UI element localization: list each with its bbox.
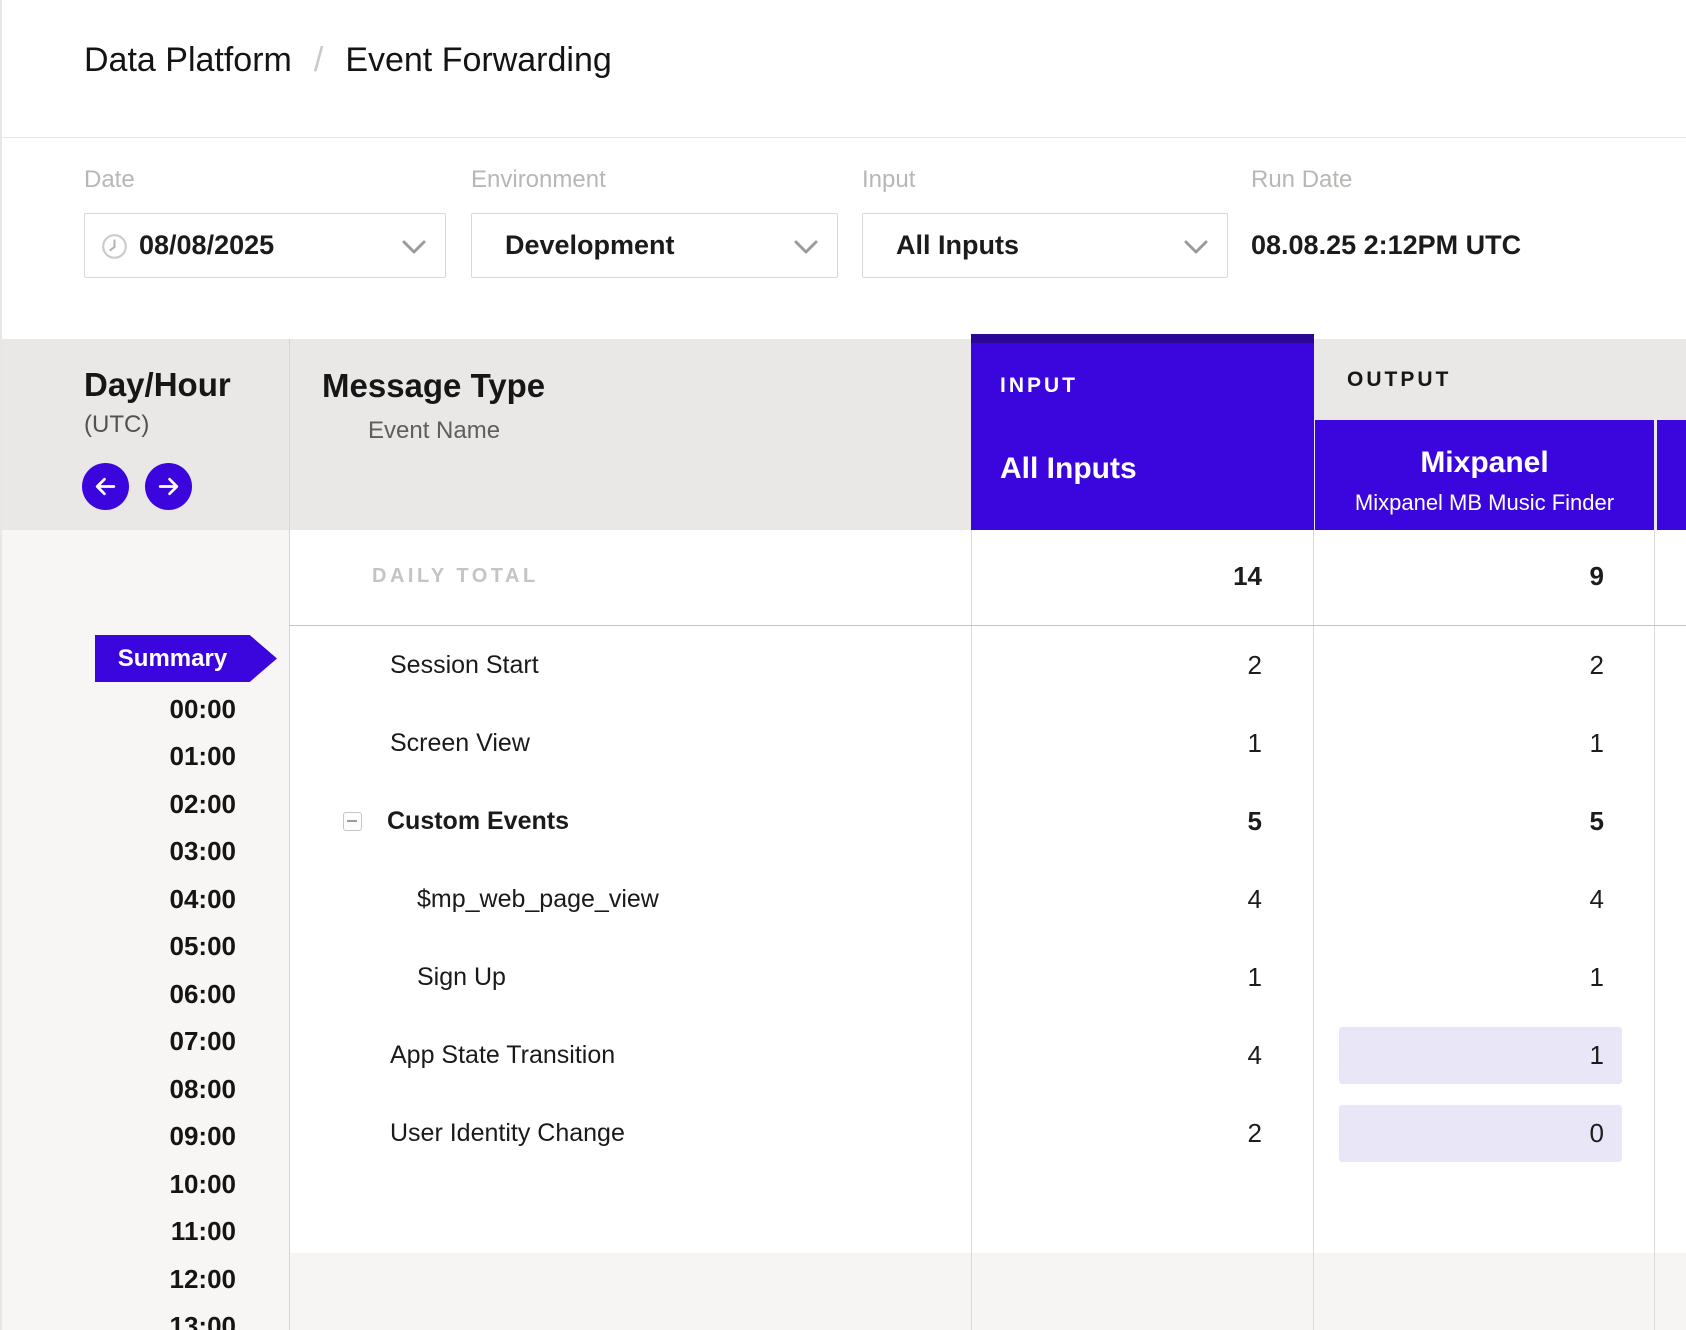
chevron-down-icon (401, 239, 427, 255)
summary-row-flag[interactable]: Summary (95, 635, 277, 682)
row-input-value: 2 (980, 637, 1280, 694)
row-label: Session Start (390, 637, 539, 694)
row-output-value: 1 (1339, 715, 1622, 772)
input-column-accent-strip (971, 334, 1314, 343)
hour-row-13[interactable]: 13:00 (0, 1310, 236, 1330)
arrow-right-icon (156, 474, 181, 499)
hour-row-10[interactable]: 10:00 (0, 1168, 236, 1200)
next-day-button[interactable] (145, 463, 192, 510)
row-output-value: 2 (1339, 637, 1622, 694)
environment-filter-label: Environment (471, 166, 606, 194)
hour-row-02[interactable]: 02:00 (0, 788, 236, 820)
hour-row-09[interactable]: 09:00 (0, 1120, 236, 1152)
row-input-value: 2 (980, 1105, 1280, 1162)
table-row-user-identity-change[interactable]: User Identity Change 2 0 (0, 1105, 1686, 1162)
row-label: Sign Up (417, 949, 506, 1006)
input-dropdown[interactable]: All Inputs (862, 213, 1228, 278)
row-label: Screen View (390, 715, 530, 772)
clock-icon (101, 233, 128, 260)
row-input-value: 4 (980, 1027, 1280, 1084)
environment-dropdown[interactable]: Development (471, 213, 838, 278)
row-output-value-highlighted: 0 (1339, 1105, 1622, 1162)
row-label: User Identity Change (390, 1105, 625, 1162)
table-row-sign-up[interactable]: Sign Up 1 1 (0, 949, 1686, 1006)
input-filter-label: Input (862, 166, 915, 194)
breadcrumb-data-platform[interactable]: Data Platform (84, 41, 292, 79)
row-output-value: 1 (1339, 949, 1622, 1006)
row-input-value: 1 (980, 949, 1280, 1006)
row-input-value: 4 (980, 871, 1280, 928)
breadcrumb: Data Platform/Event Forwarding (84, 40, 612, 80)
daily-total-divider (289, 625, 1686, 626)
row-input-value: 5 (980, 793, 1280, 850)
run-date-label: Run Date (1251, 166, 1352, 194)
mixpanel-column-title: Mixpanel (1315, 446, 1654, 480)
hour-row-07[interactable]: 07:00 (0, 1025, 236, 1057)
table-row-app-state-transition[interactable]: App State Transition 4 1 (0, 1027, 1686, 1084)
chevron-down-icon (793, 239, 819, 255)
collapse-custom-events-button[interactable] (343, 812, 362, 831)
page-left-border (0, 0, 2, 1330)
previous-day-button[interactable] (82, 463, 129, 510)
row-label: $mp_web_page_view (417, 871, 659, 928)
daily-total-output-value: 9 (1339, 548, 1622, 605)
row-input-value: 1 (980, 715, 1280, 772)
hour-row-01[interactable]: 01:00 (0, 740, 236, 772)
daily-total-label: DAILY TOTAL (372, 548, 539, 605)
input-section-label: INPUT (1000, 374, 1078, 398)
hour-row-06[interactable]: 06:00 (0, 978, 236, 1010)
hour-row-00[interactable]: 00:00 (0, 693, 236, 725)
event-forwarding-page: Data Platform/Event Forwarding Date 08/0… (0, 0, 1686, 1330)
date-dropdown[interactable]: 08/08/2025 (84, 213, 446, 278)
input-column-header[interactable]: INPUT All Inputs (971, 334, 1314, 530)
table-row-screen-view[interactable]: Screen View 1 1 (0, 715, 1686, 772)
summary-label: Summary (95, 635, 250, 682)
page-title: Event Forwarding (345, 41, 611, 79)
breadcrumb-separator: / (292, 41, 345, 79)
date-value: 08/08/2025 (139, 214, 274, 277)
minus-box-icon (347, 820, 357, 822)
hour-row-04[interactable]: 04:00 (0, 883, 236, 915)
hour-row-12[interactable]: 12:00 (0, 1263, 236, 1295)
table-footer-area (289, 1253, 1686, 1330)
chevron-down-icon (1183, 239, 1209, 255)
row-label: Custom Events (387, 793, 569, 850)
hour-row-08[interactable]: 08:00 (0, 1073, 236, 1105)
row-output-value: 5 (1339, 793, 1622, 850)
day-hour-timezone: (UTC) (84, 410, 149, 440)
output-section-label: OUTPUT (1347, 368, 1451, 392)
input-column-name: All Inputs (1000, 452, 1137, 486)
arrow-left-icon (93, 474, 118, 499)
row-output-value-highlighted: 1 (1339, 1027, 1622, 1084)
table-row-mp-web-page-view[interactable]: $mp_web_page_view 4 4 (0, 871, 1686, 928)
row-label: App State Transition (390, 1027, 615, 1084)
input-value: All Inputs (896, 214, 1019, 277)
message-type-column-title: Message Type (322, 367, 545, 405)
top-bar: Data Platform/Event Forwarding (0, 0, 1686, 138)
day-hour-column-title: Day/Hour (84, 366, 231, 404)
hour-row-05[interactable]: 05:00 (0, 930, 236, 962)
hour-row-03[interactable]: 03:00 (0, 835, 236, 867)
table-row-custom-events[interactable]: Custom Events 5 5 (0, 793, 1686, 850)
environment-value: Development (505, 214, 675, 277)
run-date-value: 08.08.25 2:12PM UTC (1251, 213, 1521, 278)
event-name-subtitle: Event Name (368, 416, 500, 446)
hour-row-11[interactable]: 11:00 (0, 1215, 236, 1247)
mixpanel-column-subtitle: Mixpanel MB Music Finder (1315, 490, 1654, 516)
row-output-value: 4 (1339, 871, 1622, 928)
daily-total-input-value: 14 (980, 548, 1280, 605)
mixpanel-column-header[interactable]: Mixpanel Mixpanel MB Music Finder (1315, 420, 1654, 530)
next-output-column-header[interactable] (1657, 420, 1686, 530)
date-filter-label: Date (84, 166, 135, 194)
